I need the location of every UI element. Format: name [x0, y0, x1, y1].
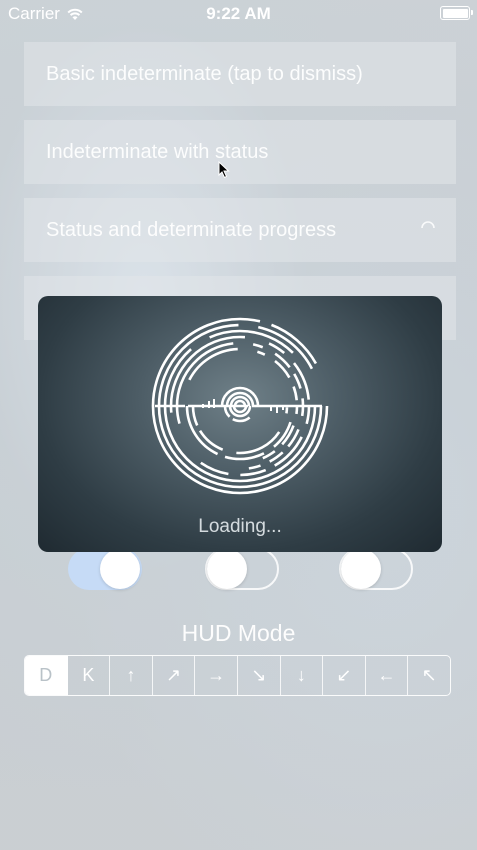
activity-spinner-icon: [421, 221, 435, 229]
row-indeterminate-with-status[interactable]: Indeterminate with status: [24, 120, 456, 184]
loading-rings-icon: [151, 317, 329, 495]
segment-arrow-down-left[interactable]: ↙: [323, 656, 366, 695]
status-bar: Carrier 9:22 AM: [0, 0, 477, 28]
row-status-determinate-progress[interactable]: Status and determinate progress: [24, 198, 456, 262]
mouse-pointer-icon: [218, 161, 230, 179]
segment-k[interactable]: K: [68, 656, 111, 695]
hud-mode-segmented-control[interactable]: D K ↑ ↗ → ↘ ↓ ↙ ← ↖: [24, 655, 451, 696]
switch-knob: [341, 549, 381, 589]
segment-arrow-right[interactable]: →: [195, 656, 238, 695]
toggle-switch-3[interactable]: [339, 548, 413, 590]
segment-arrow-down-right[interactable]: ↘: [238, 656, 281, 695]
row-label: Indeterminate with status: [46, 140, 269, 163]
switch-knob: [100, 549, 140, 589]
segment-arrow-up[interactable]: ↑: [110, 656, 153, 695]
hud-mode-title: HUD Mode: [181, 620, 296, 646]
clock: 9:22 AM: [206, 4, 271, 23]
segment-arrow-up-left[interactable]: ↖: [408, 656, 450, 695]
segment-arrow-left[interactable]: ←: [366, 656, 409, 695]
row-label: Basic indeterminate (tap to dismiss): [46, 62, 363, 85]
row-basic-indeterminate[interactable]: Basic indeterminate (tap to dismiss): [24, 42, 456, 106]
row-label: Status and determinate progress: [46, 218, 337, 241]
battery-icon: [440, 6, 473, 20]
switch-knob: [207, 549, 247, 589]
toggle-switch-2[interactable]: [205, 548, 279, 590]
hud-status-label: Loading...: [198, 516, 282, 537]
toggle-switch-1[interactable]: [68, 548, 142, 590]
segment-arrow-up-right[interactable]: ↗: [153, 656, 196, 695]
segment-d[interactable]: D: [25, 656, 68, 695]
segment-arrow-down[interactable]: ↓: [281, 656, 324, 695]
progress-hud: Loading...: [38, 296, 442, 552]
